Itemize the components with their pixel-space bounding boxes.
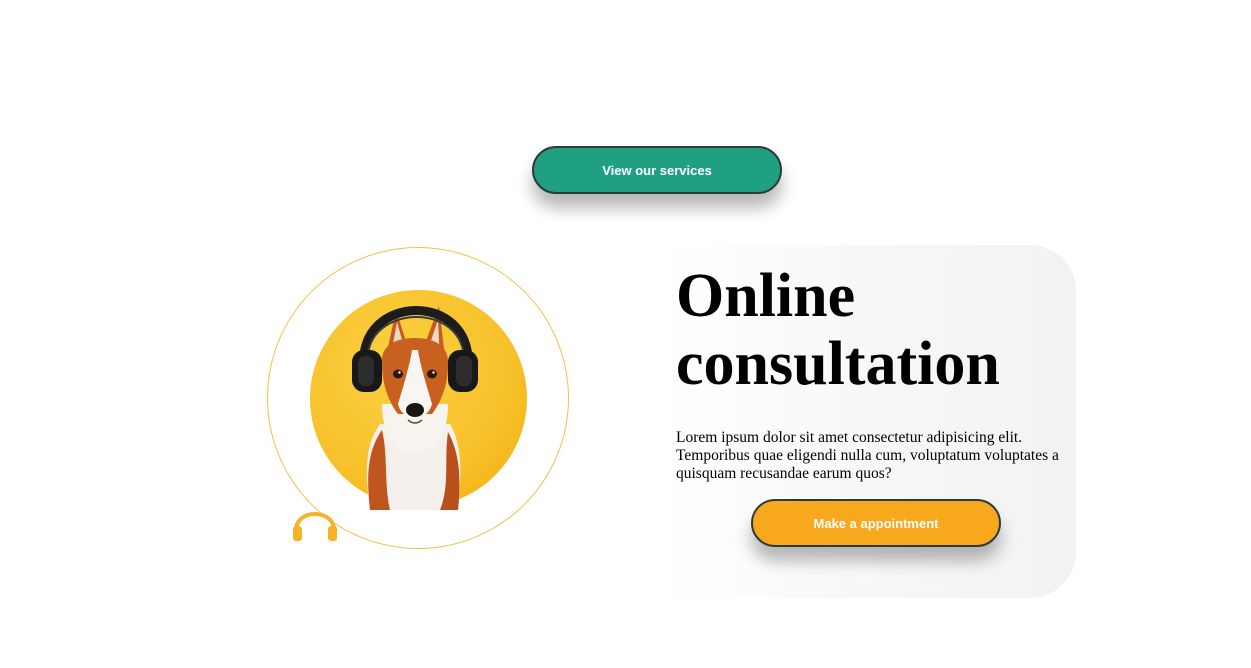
make-appointment-label: Make a appointment (813, 515, 939, 531)
make-appointment-button[interactable]: Make a appointment (751, 499, 1001, 547)
hero-title: Online consultation (676, 262, 1000, 398)
page: View our services Online consultation Lo… (0, 0, 1251, 668)
view-services-button[interactable]: View our services (532, 146, 782, 194)
dog-with-headphones-image (352, 306, 478, 510)
hero-description: Lorem ipsum dolor sit amet consectetur a… (676, 429, 1059, 482)
view-services-label: View our services (602, 162, 712, 178)
headphones-icon (293, 512, 337, 541)
